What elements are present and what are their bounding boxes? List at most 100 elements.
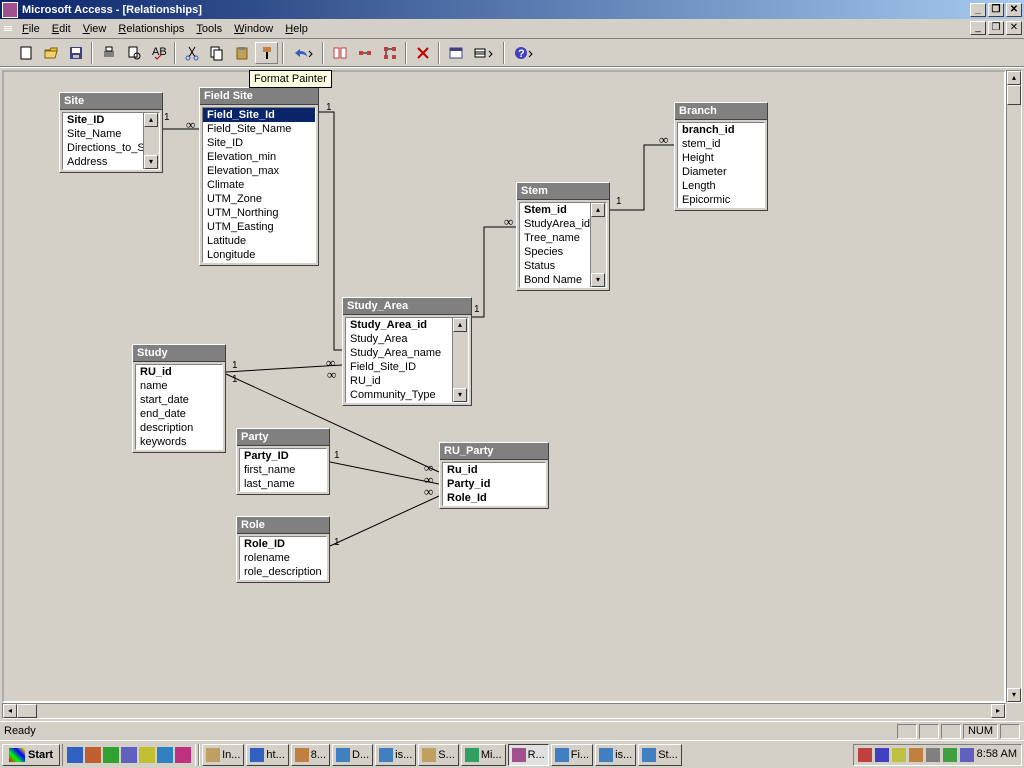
- toolbar-grip[interactable]: [4, 42, 12, 64]
- field[interactable]: Length: [678, 179, 764, 193]
- scrollbar[interactable]: ▴▾: [452, 318, 468, 402]
- close-button[interactable]: ✕: [1006, 3, 1022, 17]
- print-button[interactable]: [97, 42, 120, 64]
- table-title[interactable]: Study_Area: [343, 298, 471, 315]
- system-tray[interactable]: 8:58 AM: [853, 744, 1022, 766]
- table-title[interactable]: Field Site: [200, 88, 318, 105]
- mdi-restore[interactable]: ❐: [988, 21, 1004, 35]
- tray-icon[interactable]: [926, 748, 940, 762]
- field[interactable]: Study_Area_id: [346, 318, 452, 332]
- field[interactable]: Site_Name: [63, 127, 143, 141]
- table-role[interactable]: Role Role_ID rolename role_description: [236, 516, 330, 583]
- field[interactable]: Elevation_min: [203, 150, 315, 164]
- field[interactable]: Directions_to_Si: [63, 141, 143, 155]
- menubar-grip[interactable]: [4, 21, 12, 37]
- table-fieldsite[interactable]: Field Site Field_Site_Id Field_Site_Name…: [199, 87, 319, 266]
- task-button[interactable]: St...: [638, 744, 682, 766]
- tray-icon[interactable]: [960, 748, 974, 762]
- copy-button[interactable]: [205, 42, 228, 64]
- field[interactable]: keywords: [136, 435, 222, 449]
- field[interactable]: Climate: [203, 178, 315, 192]
- menu-tools[interactable]: Tools: [190, 21, 228, 37]
- field[interactable]: Field_Site_Name: [203, 122, 315, 136]
- task-button[interactable]: 8...: [291, 744, 330, 766]
- minimize-button[interactable]: _: [970, 3, 986, 17]
- undo-button[interactable]: [288, 42, 318, 64]
- field[interactable]: RU_id: [346, 374, 452, 388]
- field[interactable]: Role_ID: [240, 537, 326, 551]
- field[interactable]: Status: [520, 259, 590, 273]
- field[interactable]: rolename: [240, 551, 326, 565]
- ie-icon[interactable]: [67, 747, 83, 763]
- field[interactable]: Role_Id: [443, 491, 545, 505]
- field[interactable]: Field_Site_Id: [203, 108, 315, 122]
- table-stem[interactable]: Stem Stem_id StudyArea_id Tree_name Spec…: [516, 182, 610, 291]
- tray-icon[interactable]: [875, 748, 889, 762]
- task-button[interactable]: S...: [418, 744, 459, 766]
- task-button-active[interactable]: R...: [508, 744, 549, 766]
- scrollbar[interactable]: ▴▾: [143, 113, 159, 169]
- ql-icon[interactable]: [121, 747, 137, 763]
- help-button[interactable]: ?: [509, 42, 539, 64]
- field[interactable]: Diameter: [678, 165, 764, 179]
- menu-relationships[interactable]: Relationships: [112, 21, 190, 37]
- mdi-minimize[interactable]: _: [970, 21, 986, 35]
- field[interactable]: UTM_Zone: [203, 192, 315, 206]
- field[interactable]: description: [136, 421, 222, 435]
- menu-help[interactable]: Help: [279, 21, 314, 37]
- field[interactable]: Epicormic: [678, 193, 764, 207]
- field[interactable]: Latitude: [203, 234, 315, 248]
- tray-icon[interactable]: [943, 748, 957, 762]
- save-button[interactable]: [64, 42, 87, 64]
- database-window-button[interactable]: [444, 42, 467, 64]
- field[interactable]: start_date: [136, 393, 222, 407]
- cut-button[interactable]: [180, 42, 203, 64]
- table-ruparty[interactable]: RU_Party Ru_id Party_id Role_Id: [439, 442, 549, 509]
- ql-icon[interactable]: [139, 747, 155, 763]
- field[interactable]: Site_ID: [63, 113, 143, 127]
- task-button[interactable]: Mi...: [461, 744, 506, 766]
- field[interactable]: stem_id: [678, 137, 764, 151]
- field[interactable]: Stem_id: [520, 203, 590, 217]
- table-title[interactable]: RU_Party: [440, 443, 548, 460]
- field[interactable]: Study_Area: [346, 332, 452, 346]
- clear-layout-button[interactable]: [411, 42, 434, 64]
- open-button[interactable]: [39, 42, 62, 64]
- menu-file[interactable]: File: [16, 21, 46, 37]
- canvas-hscroll[interactable]: ◂ ▸: [2, 703, 1006, 719]
- table-party[interactable]: Party Party_ID first_name last_name: [236, 428, 330, 495]
- field[interactable]: Ru_id: [443, 463, 545, 477]
- ql-icon[interactable]: [175, 747, 191, 763]
- preview-button[interactable]: [122, 42, 145, 64]
- table-title[interactable]: Stem: [517, 183, 609, 200]
- clock[interactable]: 8:58 AM: [977, 748, 1017, 762]
- field[interactable]: RU_id: [136, 365, 222, 379]
- outlook-icon[interactable]: [85, 747, 101, 763]
- restore-button[interactable]: ❐: [988, 3, 1004, 17]
- menu-window[interactable]: Window: [228, 21, 279, 37]
- field[interactable]: Field_Site_ID: [346, 360, 452, 374]
- show-direct-button[interactable]: [353, 42, 376, 64]
- task-button[interactable]: is...: [595, 744, 636, 766]
- field[interactable]: UTM_Easting: [203, 220, 315, 234]
- tray-icon[interactable]: [858, 748, 872, 762]
- menu-edit[interactable]: Edit: [46, 21, 77, 37]
- field[interactable]: Site_ID: [203, 136, 315, 150]
- task-button[interactable]: ht...: [246, 744, 288, 766]
- mdi-close[interactable]: ✕: [1006, 21, 1022, 35]
- menu-view[interactable]: View: [77, 21, 113, 37]
- table-title[interactable]: Party: [237, 429, 329, 446]
- field[interactable]: Community_Type: [346, 388, 452, 402]
- table-branch[interactable]: Branch branch_id stem_id Height Diameter…: [674, 102, 768, 211]
- canvas-viewport[interactable]: 1 ∞ 1 ∞ 1 ∞ 1 ∞ 1 ∞ 1 ∞ 1 ∞ 1 ∞ Site Sit…: [2, 70, 1006, 703]
- table-studyarea[interactable]: Study_Area Study_Area_id Study_Area Stud…: [342, 297, 472, 406]
- task-button[interactable]: Fi...: [551, 744, 593, 766]
- scrollbar[interactable]: ▴▾: [590, 203, 606, 287]
- start-button[interactable]: Start: [2, 744, 60, 766]
- task-button[interactable]: D...: [332, 744, 373, 766]
- field[interactable]: end_date: [136, 407, 222, 421]
- format-painter-button[interactable]: [255, 42, 278, 64]
- field[interactable]: Height: [678, 151, 764, 165]
- new-object-button[interactable]: [469, 42, 499, 64]
- show-all-button[interactable]: [378, 42, 401, 64]
